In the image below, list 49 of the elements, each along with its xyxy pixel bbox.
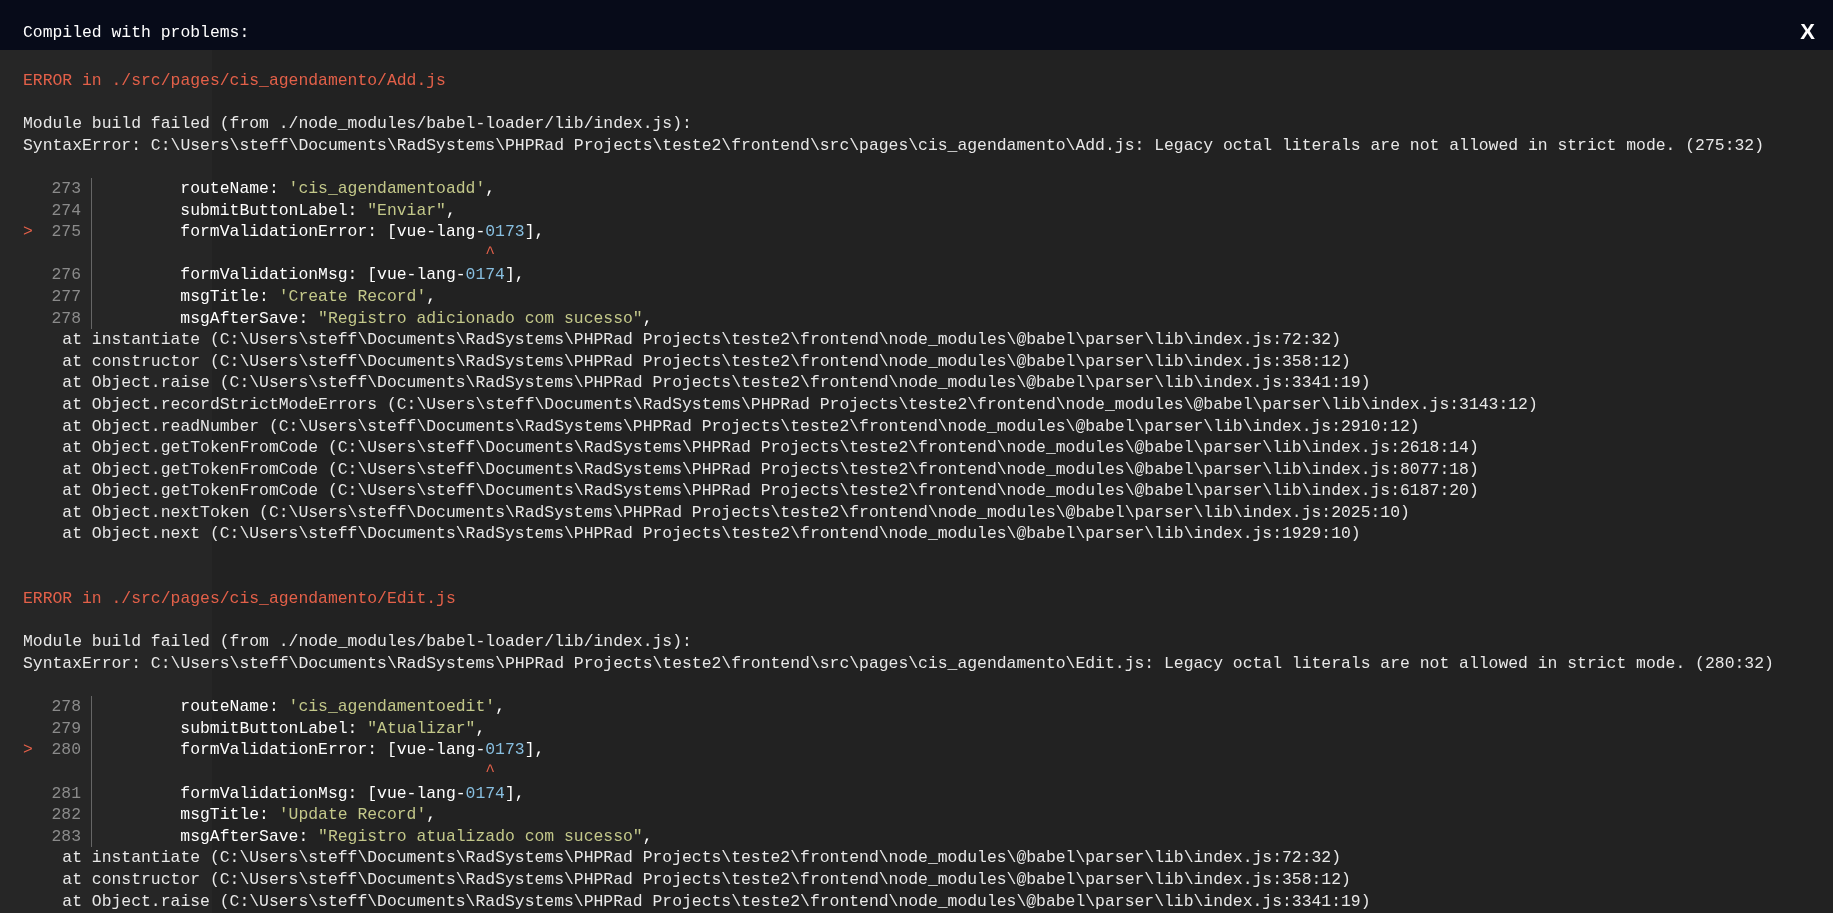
error-message: Module build failed (from ./node_modules/babel-loader/lib/index.js): bbox=[23, 113, 693, 135]
close-button[interactable]: X bbox=[1796, 19, 1819, 45]
code-line: formValidationMsg: [vue-lang-0174], bbox=[180, 782, 525, 805]
error-caret: ^ bbox=[485, 242, 496, 265]
code-line: formValidationError: [vue-lang-0173], bbox=[180, 221, 545, 243]
code-line: formValidationMsg: [vue-lang-0174], bbox=[180, 264, 525, 286]
line-number: 279 bbox=[51, 718, 81, 738]
code-line: msgTitle: 'Create Record', bbox=[180, 285, 437, 308]
line-number: 281 bbox=[51, 783, 81, 803]
code-line: msgAfterSave: "Registro adicionado com sucesso", bbox=[180, 307, 653, 330]
error-message: Module build failed (from ./node_modules/babel-loader/lib/index.js): bbox=[23, 631, 693, 654]
code-line: routeName: 'cis_agendamentoedit', bbox=[180, 696, 505, 718]
code-line: msgTitle: 'Update Record', bbox=[180, 804, 437, 826]
error-heading: ERROR in ./src/pages/cis_agendamento/Add.js bbox=[23, 70, 447, 92]
stack-trace-line: at constructor (C:\Users\steff\Documents\RadSystems\PHPRad Projects\teste2\frontend\node_modules\@babel\parser\lib\index.js:358:12) bbox=[61, 868, 1352, 891]
error-message: SyntaxError: C:\Users\steff\Documents\RadSystems\PHPRad Projects\teste2\frontend\src\pages\cis_agendamento\Add.js: Legacy octal literals are not allowed in strict mode. (275:32) bbox=[23, 134, 1765, 157]
stack-trace-line: at constructor (C:\Users\steff\Documents\RadSystems\PHPRad Projects\teste2\frontend\node_modules\@babel\parser\lib\index.js:358:12) bbox=[61, 350, 1352, 373]
line-number: 278 bbox=[51, 308, 81, 328]
line-number: 276 bbox=[51, 265, 81, 285]
current-line-marker: > bbox=[23, 222, 33, 242]
line-number: 274 bbox=[51, 200, 81, 220]
stack-trace-line: at Object.getTokenFromCode (C:\Users\steff\Documents\RadSystems\PHPRad Projects\teste2\frontend\node_modules\@babel\parser\lib\index.js:8077:18) bbox=[61, 458, 1480, 481]
stack-trace-line: at instantiate (C:\Users\steff\Documents\RadSystems\PHPRad Projects\teste2\frontend\node_modules\@babel\parser\lib\index.js:72:32) bbox=[61, 847, 1343, 869]
stack-trace-line: at Object.getTokenFromCode (C:\Users\steff\Documents\RadSystems\PHPRad Projects\teste2\frontend\node_modules\@babel\parser\lib\index.js:2618:14) bbox=[61, 437, 1480, 459]
line-number: 273 bbox=[51, 178, 81, 198]
overlay-title: Compiled with problems: bbox=[23, 22, 250, 42]
code-line: msgAfterSave: "Registro atualizado com sucesso", bbox=[180, 825, 653, 848]
code-line: submitButtonLabel: "Enviar", bbox=[180, 199, 456, 222]
stack-trace-line: at Object.nextToken (C:\Users\steff\Documents\RadSystems\PHPRad Projects\teste2\frontend\node_modules\@babel\parser\lib\index.js:2025:10) bbox=[61, 501, 1411, 524]
line-number: 282 bbox=[51, 805, 81, 825]
stack-trace-line: at Object.raise (C:\Users\steff\Documents\RadSystems\PHPRad Projects\teste2\frontend\node_modules\@babel\parser\lib\index.js:3341:19) bbox=[61, 372, 1372, 394]
line-number: 277 bbox=[51, 286, 81, 306]
current-line-marker: > bbox=[23, 740, 33, 760]
stack-trace-line: at Object.getTokenFromCode (C:\Users\steff\Documents\RadSystems\PHPRad Projects\teste2\frontend\node_modules\@babel\parser\lib\index.js:6187:20) bbox=[61, 480, 1480, 502]
line-number: 283 bbox=[51, 826, 81, 846]
stack-trace-line: at Object.recordStrictModeErrors (C:\Users\steff\Documents\RadSystems\PHPRad Projects\teste2\frontend\node_modules\@babel\parser\lib\index.js:3143:12) bbox=[61, 393, 1539, 416]
line-number: 275 bbox=[51, 222, 81, 242]
code-line: submitButtonLabel: "Atualizar", bbox=[180, 717, 486, 740]
stack-trace-line: at instantiate (C:\Users\steff\Documents\RadSystems\PHPRad Projects\teste2\frontend\node_modules\@babel\parser\lib\index.js:72:32) bbox=[61, 329, 1343, 351]
error-heading: ERROR in ./src/pages/cis_agendamento/Edit.js bbox=[23, 588, 457, 610]
line-number: 278 bbox=[51, 697, 81, 717]
stack-trace-line: at Object.next (C:\Users\steff\Documents\RadSystems\PHPRad Projects\teste2\frontend\node_modules\@babel\parser\lib\index.js:1929:10) bbox=[61, 523, 1362, 546]
code-line: routeName: 'cis_agendamentoadd', bbox=[180, 177, 496, 200]
code-line: formValidationError: [vue-lang-0173], bbox=[180, 739, 545, 761]
error-caret: ^ bbox=[485, 761, 496, 783]
error-message: SyntaxError: C:\Users\steff\Documents\RadSystems\PHPRad Projects\teste2\frontend\src\pages\cis_agendamento\Edit.js: Legacy octal literals are not allowed in strict mode. (280:32) bbox=[23, 653, 1775, 675]
line-number: 280 bbox=[51, 740, 81, 760]
stack-trace-line: at Object.readNumber (C:\Users\steff\Documents\RadSystems\PHPRad Projects\teste2\frontend\node_modules\@babel\parser\lib\index.js:2910:12) bbox=[61, 415, 1421, 438]
stack-trace-line: at Object.raise (C:\Users\steff\Documents\RadSystems\PHPRad Projects\teste2\frontend\node_modules\@babel\parser\lib\index.js:3341:19) bbox=[61, 890, 1372, 913]
